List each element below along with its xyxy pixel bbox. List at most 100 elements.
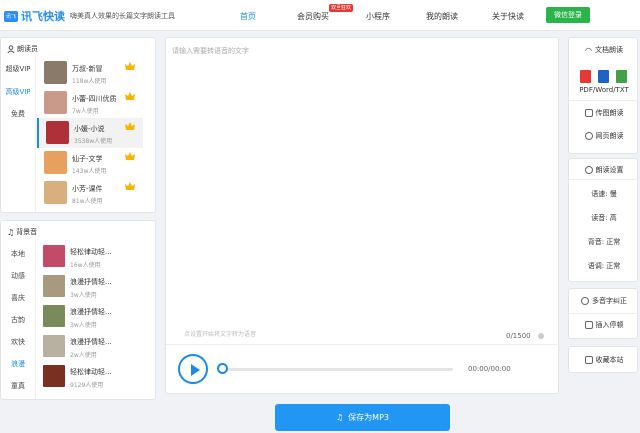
music-item[interactable]: 浪漫抒情轻... 3w人使用 <box>37 273 147 299</box>
polyphone-label: 多音字纠正 <box>592 297 627 305</box>
doc-read-header[interactable]: ◠ 文档朗读 <box>569 45 639 55</box>
music-note-icon: ♫ <box>336 413 344 422</box>
polyphone-button[interactable]: 多音字纠正 <box>569 296 639 306</box>
top-bar: 讯飞 讯飞快读 嗨美真人效果的长篇文字朗读工具 首页 会员购买 双旦狂欢 小程序… <box>0 0 640 31</box>
avatar <box>44 151 67 174</box>
music-panel-header: ♫ 背景音 <box>7 227 37 237</box>
music-usage: 2w人使用 <box>70 352 97 359</box>
word-icon <box>598 70 609 83</box>
voice-name: 小蕾-四川优质 <box>72 95 117 103</box>
music-usage: 3w人使用 <box>70 292 97 299</box>
logo[interactable]: 讯飞 讯飞快读 <box>4 8 65 24</box>
text-input-area[interactable]: 请输入需要转语音的文字 <box>172 46 249 56</box>
nav-my-reads[interactable]: 我的朗读 <box>426 11 458 22</box>
music-note-icon: ♫ <box>7 227 15 237</box>
txt-icon <box>616 70 627 83</box>
tab-super-vip[interactable]: 超级VIP <box>1 64 35 74</box>
editor-panel: 请输入需要转语音的文字 点设置开始将文字转为语音 0/1500 00:00/00… <box>165 37 559 394</box>
voice-name: 小芳-课件 <box>72 185 103 193</box>
voice-usage: 118w人使用 <box>72 78 107 85</box>
clear-icon[interactable] <box>538 333 544 339</box>
web-read-button[interactable]: 网页朗读 <box>569 131 639 141</box>
tab-childlike[interactable]: 童真 <box>1 381 35 391</box>
image-read-button[interactable]: 传图朗读 <box>569 108 639 118</box>
nav-membership[interactable]: 会员购买 <box>297 11 329 22</box>
music-thumbnail <box>43 305 65 327</box>
music-name: 轻松律动轻... <box>70 368 112 376</box>
divider <box>166 344 558 345</box>
voice-item[interactable]: 小蕾-四川优质 7w人使用 <box>37 88 143 118</box>
crown-icon <box>125 152 135 160</box>
voice-panel-header: 朗读员 <box>7 44 38 54</box>
doc-formats[interactable]: PDF/Word/TXT <box>569 86 639 94</box>
voice-item[interactable]: 仙子-文学 143w人使用 <box>37 148 143 178</box>
avatar <box>44 91 67 114</box>
music-thumbnail <box>43 365 65 387</box>
voice-item-selected[interactable]: 小媛-小说 3538w人使用 <box>37 118 143 148</box>
music-item[interactable]: 浪漫抒情轻... 3w人使用 <box>37 303 147 329</box>
nav-home[interactable]: 首页 <box>240 11 256 22</box>
progress-track[interactable] <box>223 368 453 371</box>
music-thumbnail <box>43 245 65 267</box>
voice-usage: 143w人使用 <box>72 168 107 175</box>
music-usage: 9129人使用 <box>70 382 104 389</box>
music-name: 浪漫抒情轻... <box>70 338 112 346</box>
voice-panel: 朗读员 超级VIP 高级VIP 免费 万叔-新冒 118w人使用 小蕾-四川优质… <box>0 37 156 214</box>
crown-icon <box>125 182 135 190</box>
doc-read-title: 文档朗读 <box>594 46 623 54</box>
pdf-icon <box>580 70 591 83</box>
voice-item[interactable]: 万叔-新冒 118w人使用 <box>37 58 143 88</box>
tab-local[interactable]: 本地 <box>1 249 35 259</box>
avatar <box>44 61 67 84</box>
image-icon <box>584 109 593 117</box>
editor-tip: 点设置开始将文字转为语音 <box>184 331 257 338</box>
info-icon <box>581 297 589 305</box>
tone-setting[interactable]: 语调: 正常 <box>569 261 639 271</box>
slogan: 嗨美真人效果的长篇文字朗读工具 <box>70 12 175 20</box>
read-settings-header: 朗读设置 <box>569 165 639 175</box>
tab-classical[interactable]: 古韵 <box>1 315 35 325</box>
promo-badge: 双旦狂欢 <box>329 4 354 12</box>
nav-miniprogram[interactable]: 小程序 <box>366 11 390 22</box>
voice-name: 仙子-文学 <box>72 155 103 163</box>
speed-setting[interactable]: 语速: 慢 <box>569 189 639 199</box>
music-item[interactable]: 轻松律动轻... 9129人使用 <box>37 363 147 389</box>
play-time: 00:00/00:00 <box>468 365 511 373</box>
tab-cheerful[interactable]: 欢快 <box>1 337 35 347</box>
music-usage: 3w人使用 <box>70 322 97 329</box>
crown-icon <box>125 122 135 130</box>
voice-item[interactable]: 小芳-课件 81w人使用 <box>37 178 143 208</box>
tab-romantic[interactable]: 浪漫 <box>1 359 35 369</box>
progress-knob[interactable] <box>217 363 228 374</box>
save-mp3-label: 保存为MP3 <box>348 413 389 422</box>
play-button[interactable] <box>178 354 208 384</box>
read-settings-title: 朗读设置 <box>595 166 624 174</box>
divider <box>569 179 639 180</box>
doc-read-panel: ◠ 文档朗读 PDF/Word/TXT 传图朗读 网页朗读 <box>568 37 639 154</box>
favorite-button[interactable]: 收藏本站 <box>568 346 638 373</box>
save-mp3-button[interactable]: ♫ 保存为MP3 <box>275 404 450 431</box>
insert-pause-button[interactable]: 插入停顿 <box>569 320 639 330</box>
music-thumbnail <box>43 335 65 357</box>
bg-volume-setting[interactable]: 背音: 正常 <box>569 237 639 247</box>
tab-free[interactable]: 免费 <box>1 109 35 119</box>
music-name: 浪漫抒情轻... <box>70 308 112 316</box>
divider <box>35 56 36 214</box>
headphones-icon: ◠ <box>585 45 592 55</box>
volume-setting[interactable]: 读音: 高 <box>569 213 639 223</box>
wechat-login-button[interactable]: 微信登录 <box>546 7 590 23</box>
tab-festive[interactable]: 喜庆 <box>1 293 35 303</box>
music-item[interactable]: 浪漫抒情轻... 2w人使用 <box>37 333 147 359</box>
avatar <box>44 181 67 204</box>
music-item[interactable]: 轻松律动轻... 16w人使用 <box>37 243 147 269</box>
tab-dynamic[interactable]: 动感 <box>1 271 35 281</box>
tab-senior-vip[interactable]: 高级VIP <box>1 87 35 97</box>
voice-usage: 81w人使用 <box>72 198 103 205</box>
gear-icon <box>584 166 593 174</box>
nav-about[interactable]: 关于快读 <box>492 11 524 22</box>
web-read-label: 网页朗读 <box>595 132 624 140</box>
voice-name: 万叔-新冒 <box>72 65 103 73</box>
voice-usage: 3538w人使用 <box>74 138 113 145</box>
divider <box>35 239 36 399</box>
logo-text: 讯飞快读 <box>21 10 65 23</box>
